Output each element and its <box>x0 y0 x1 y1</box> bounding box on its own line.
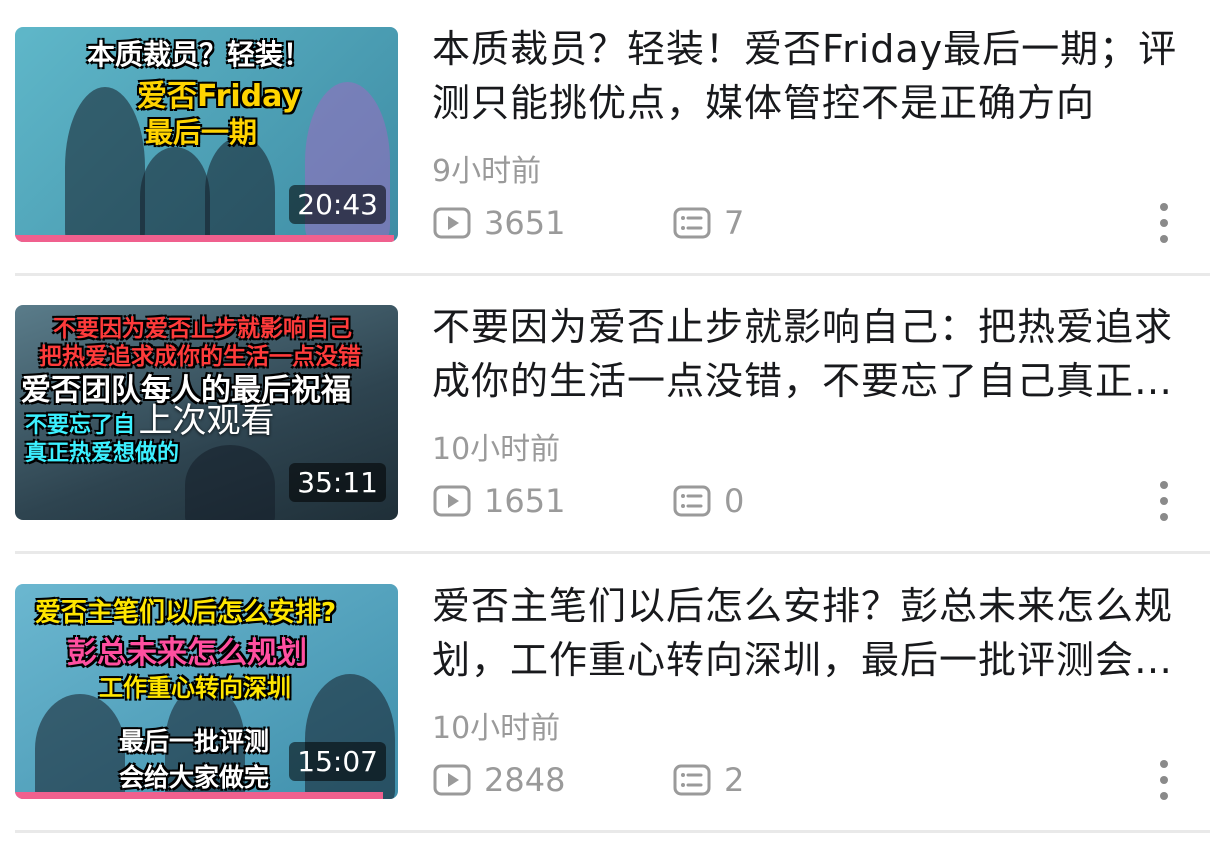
cover-text: 本质裁员？轻装！ <box>87 38 312 71</box>
view-count-value: 1651 <box>484 482 566 520</box>
video-title[interactable]: 本质裁员？轻装！爱否Friday最后一期；评测只能挑优点，媒体管控不是正确方向 <box>432 22 1192 130</box>
view-count: 1651 <box>432 481 565 521</box>
watch-progress-bar <box>15 792 383 799</box>
cover-text: 工作重心转向深圳 <box>99 674 291 702</box>
video-item[interactable]: 本质裁员？轻装！ 爱否Friday 最后一期 20:43 本质裁员？轻装！爱否F… <box>0 0 1210 278</box>
video-title[interactable]: 爱否主笔们以后怎么安排？彭总未来怎么规划，工作重心转向深圳，最后一批评测会给大家… <box>432 579 1192 687</box>
video-duration: 20:43 <box>289 185 386 224</box>
view-count: 3651 <box>432 203 565 243</box>
video-duration: 15:07 <box>289 742 386 781</box>
person-figure <box>65 87 145 242</box>
video-thumbnail[interactable]: 不要因为爱否止步就影响自己 把热爱追求成你的生活一点没错 爱否团队每人的最后祝福… <box>15 305 398 520</box>
comment-icon <box>673 764 711 796</box>
comment-count: 2 <box>672 760 744 800</box>
cover-text: 最后一期 <box>145 116 258 149</box>
cover-text: 爱否主笔们以后怎么安排? <box>35 598 337 628</box>
video-duration: 35:11 <box>289 463 386 502</box>
comment-icon <box>673 207 711 239</box>
divider <box>15 830 1210 833</box>
comment-icon <box>673 485 711 517</box>
person-figure <box>140 147 210 242</box>
more-vertical-icon[interactable] <box>1152 203 1176 243</box>
video-list: 本质裁员？轻装！ 爱否Friday 最后一期 20:43 本质裁员？轻装！爱否F… <box>0 0 1210 850</box>
person-figure <box>35 694 125 799</box>
play-icon <box>433 485 471 517</box>
comment-count-value: 2 <box>724 761 745 799</box>
more-vertical-icon[interactable] <box>1152 760 1176 800</box>
publish-time: 10小时前 <box>432 432 561 467</box>
video-thumbnail[interactable]: 本质裁员？轻装！ 爱否Friday 最后一期 20:43 <box>15 27 398 242</box>
last-watched-label: 上次观看 <box>138 401 275 441</box>
comment-count: 0 <box>672 481 744 521</box>
view-count: 2848 <box>432 760 565 800</box>
cover-text: 最后一批评测 <box>119 727 270 756</box>
publish-time: 9小时前 <box>432 154 542 189</box>
comment-count: 7 <box>672 203 744 243</box>
watch-progress-bar <box>15 235 395 242</box>
video-title[interactable]: 不要因为爱否止步就影响自己：把热爱追求成你的生活一点没错，不要忘了自己真正热爱想… <box>432 300 1192 408</box>
cover-text: 爱否Friday <box>137 79 302 114</box>
comment-count-value: 0 <box>724 482 745 520</box>
cover-text: 彭总未来怎么规划 <box>67 636 307 671</box>
person-figure <box>205 137 275 242</box>
divider <box>15 551 1210 554</box>
play-icon <box>433 207 471 239</box>
video-item[interactable]: 爱否主笔们以后怎么安排? 彭总未来怎么规划 工作重心转向深圳 最后一批评测 会给… <box>0 557 1210 835</box>
view-count-value: 3651 <box>484 204 566 242</box>
play-icon <box>433 764 471 796</box>
publish-time: 10小时前 <box>432 711 561 746</box>
view-count-value: 2848 <box>484 761 566 799</box>
more-vertical-icon[interactable] <box>1152 481 1176 521</box>
divider <box>15 273 1210 276</box>
comment-count-value: 7 <box>724 204 745 242</box>
video-thumbnail[interactable]: 爱否主笔们以后怎么安排? 彭总未来怎么规划 工作重心转向深圳 最后一批评测 会给… <box>15 584 398 799</box>
person-figure <box>185 445 275 520</box>
cover-text: 会给大家做完 <box>119 763 270 792</box>
video-item[interactable]: 不要因为爱否止步就影响自己 把热爱追求成你的生活一点没错 爱否团队每人的最后祝福… <box>0 278 1210 556</box>
